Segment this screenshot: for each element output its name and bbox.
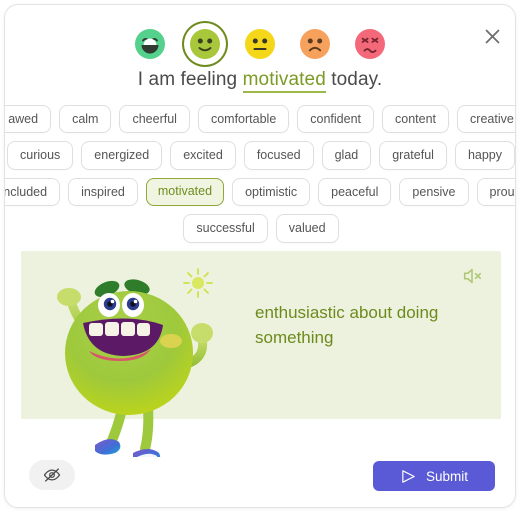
emoji-neutral-icon — [245, 29, 275, 59]
emoji-smile-icon — [190, 29, 220, 59]
word-row-1: awed calm cheerful comfortable confident… — [5, 105, 515, 134]
word-chip-grateful[interactable]: grateful — [379, 141, 447, 170]
word-chip-excited[interactable]: excited — [170, 141, 236, 170]
word-chip-included[interactable]: included — [5, 177, 61, 207]
word-chip-successful[interactable]: successful — [183, 214, 268, 243]
mood-option-upset[interactable] — [349, 23, 391, 65]
word-chip-optimistic[interactable]: optimistic — [232, 177, 311, 207]
word-chip-awed[interactable]: awed — [5, 105, 52, 134]
mood-option-sad[interactable] — [294, 23, 336, 65]
word-chip-confident[interactable]: confident — [297, 105, 375, 134]
word-chip-motivated[interactable]: motivated — [145, 177, 225, 207]
word-chip-content[interactable]: content — [382, 105, 450, 134]
word-chip-focused[interactable]: focused — [243, 141, 314, 170]
submit-button[interactable]: Submit — [373, 461, 495, 491]
hide-button[interactable] — [29, 460, 75, 490]
word-chip-calm[interactable]: calm — [59, 105, 112, 134]
eye-off-icon — [43, 468, 61, 482]
word-chip-proud[interactable]: proud — [476, 177, 515, 207]
word-chip-peaceful[interactable]: peaceful — [318, 177, 392, 207]
word-chip-cheerful[interactable]: cheerful — [119, 105, 190, 134]
word-chip-glad[interactable]: glad — [321, 141, 372, 170]
feeling-statement: I am feeling motivated today. — [5, 69, 515, 93]
statement-suffix: today. — [325, 69, 383, 90]
word-row-2: curious energized excited focused glad g… — [7, 141, 515, 170]
mood-option-very-happy[interactable] — [129, 23, 171, 65]
mood-scale — [5, 23, 515, 65]
emoji-frown-icon — [300, 29, 330, 59]
word-chip-comfortable[interactable]: comfortable — [197, 105, 290, 134]
send-icon — [402, 469, 415, 483]
word-chip-inspired[interactable]: inspired — [68, 177, 138, 207]
mute-toggle-button[interactable] — [461, 265, 483, 287]
statement-selected-word: motivated — [242, 69, 326, 93]
word-chip-happy[interactable]: happy — [454, 141, 515, 170]
feeling-word-list: awed calm cheerful comfortable confident… — [5, 105, 515, 251]
submit-label: Submit — [425, 468, 469, 484]
emoji-grin-icon — [135, 29, 165, 59]
definition-text: enthusiastic about doing something — [255, 303, 439, 347]
word-chip-pensive[interactable]: pensive — [399, 177, 469, 207]
mood-option-happy[interactable] — [184, 23, 226, 65]
word-chip-curious[interactable]: curious — [7, 141, 74, 170]
word-row-4: successful valued — [23, 214, 499, 243]
statement-prefix: I am feeling — [137, 69, 243, 90]
speaker-mute-icon — [463, 268, 482, 284]
word-row-3: included inspired motivated optimistic p… — [5, 177, 515, 207]
word-chip-valued[interactable]: valued — [275, 214, 339, 243]
emoji-confounded-icon — [355, 29, 385, 59]
mood-option-neutral[interactable] — [239, 23, 281, 65]
word-chip-energized[interactable]: energized — [81, 141, 163, 170]
mood-picker-dialog: I am feeling motivated today. awed calm … — [4, 4, 516, 508]
word-chip-creative[interactable]: creative — [457, 105, 515, 134]
